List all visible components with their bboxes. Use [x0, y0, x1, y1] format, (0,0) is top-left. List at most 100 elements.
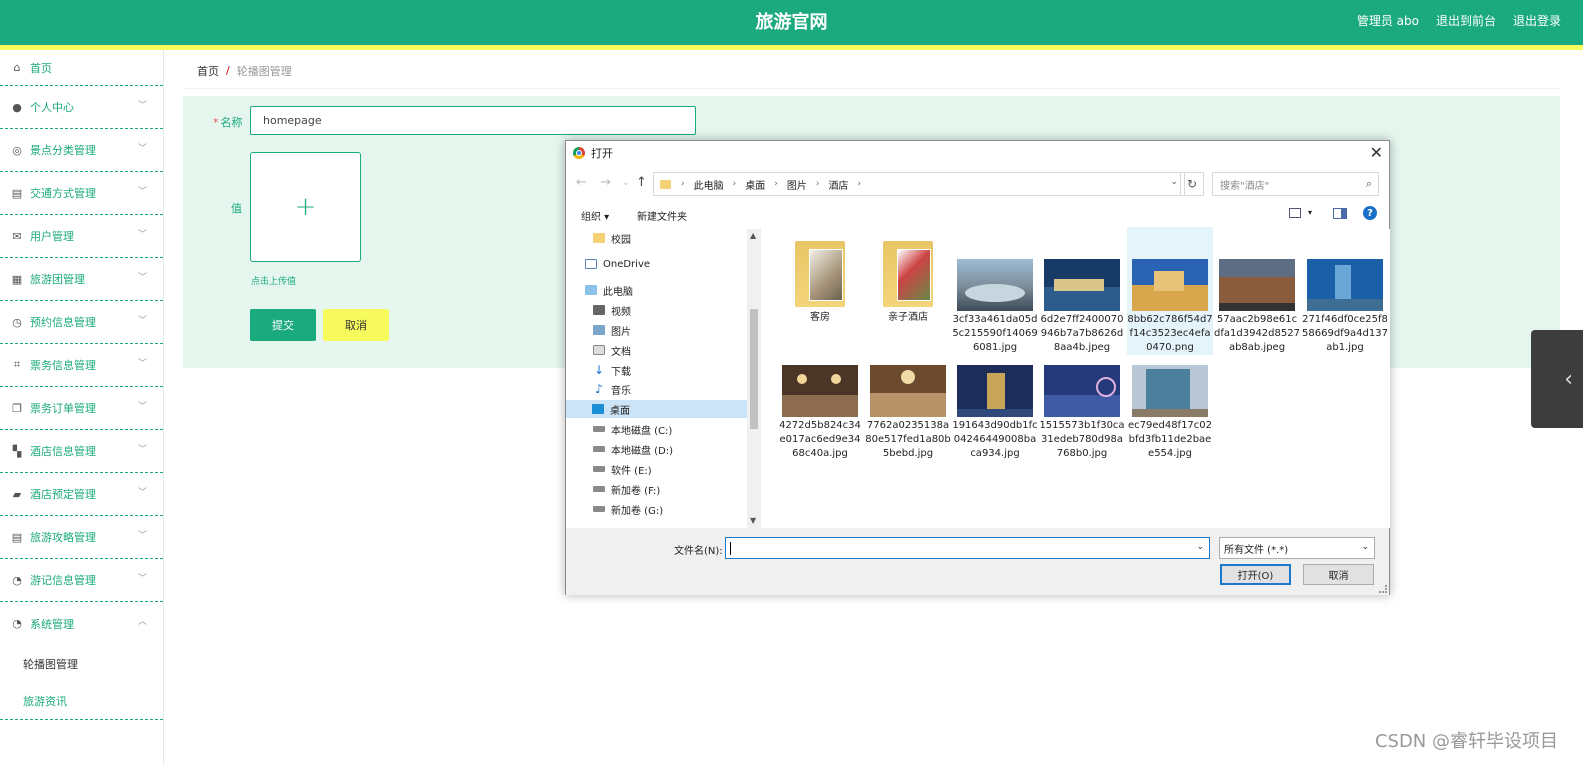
sidebar-item-scenic-category[interactable]: ◎ 景点分类管理 ﹀: [0, 129, 163, 172]
file-item[interactable]: 191643d90db1fc04246449008baca934.jpg: [952, 365, 1038, 461]
upload-hint: 点击上传值: [251, 277, 297, 287]
path-segment[interactable]: 图片: [787, 177, 807, 192]
sidebar-item-ticket-order[interactable]: ❐ 票务订单管理 ﹀: [0, 387, 163, 430]
name-input[interactable]: [250, 106, 696, 135]
computer-icon: [585, 285, 597, 295]
sidebar-item-travel-news[interactable]: 旅游资讯: [0, 682, 163, 719]
chrome-icon: [573, 147, 585, 159]
tree-item-documents[interactable]: 文档: [593, 341, 631, 359]
tree-item-this-pc[interactable]: 此电脑: [585, 281, 633, 299]
tree-item-music[interactable]: ♪ 音乐: [593, 380, 631, 398]
image-uploader[interactable]: +: [250, 152, 361, 262]
folder-icon: [593, 233, 605, 243]
file-item[interactable]: 271f46df0ce25f858669df9a4d137ab1.jpg: [1302, 259, 1388, 355]
tree-item-onedrive[interactable]: OneDrive: [585, 255, 650, 273]
chevron-down-icon[interactable]: ▼: [750, 516, 756, 525]
exit-front-link[interactable]: 退出到前台: [1436, 12, 1496, 29]
chevron-down-icon[interactable]: ⌄: [1170, 177, 1178, 187]
sidebar-item-profile[interactable]: ● 个人中心 ﹀: [0, 86, 163, 129]
tree-item-drive-d[interactable]: 本地磁盘 (D:): [593, 440, 673, 458]
side-collapse-tab[interactable]: ‹: [1531, 330, 1583, 428]
close-icon[interactable]: ✕: [1370, 143, 1383, 162]
search-input[interactable]: 搜索"酒店" ⌕: [1212, 172, 1379, 196]
forward-arrow-icon[interactable]: →: [600, 175, 611, 190]
chevron-down-icon: ﹀: [137, 230, 147, 240]
sidebar-item-travel-guide[interactable]: ▤ 旅游攻略管理 ﹀: [0, 516, 163, 559]
music-icon: ♪: [595, 382, 603, 396]
tree-item-downloads[interactable]: ↓ 下载: [593, 361, 631, 379]
logout-link[interactable]: 退出登录: [1513, 12, 1561, 29]
filetype-select[interactable]: 所有文件 (*.*) ⌄: [1219, 537, 1375, 559]
resize-grip[interactable]: [1379, 585, 1387, 593]
file-item[interactable]: 亲子酒店: [865, 241, 951, 325]
drive-icon: [593, 466, 605, 472]
sidebar-item-tour-group[interactable]: ▦ 旅游团管理 ﹀: [0, 258, 163, 301]
home-icon: ⌂: [13, 61, 21, 74]
breadcrumb-home[interactable]: 首页: [197, 63, 219, 79]
nav-scrollbar[interactable]: ▲ ▼: [747, 229, 760, 528]
path-segment[interactable]: 桌面: [745, 177, 765, 192]
grid-icon: ▦: [11, 272, 23, 286]
file-item[interactable]: 8bb62c786f54d7f14c3523ec4efa0470.png: [1127, 227, 1213, 355]
dialog-titlebar: 打开 ✕: [566, 141, 1389, 165]
dialog-cancel-button[interactable]: 取消: [1303, 564, 1374, 585]
view-mode-icon[interactable]: [1289, 208, 1301, 218]
image-thumbnail: [870, 365, 946, 417]
sidebar-item-hotel-booking[interactable]: ▰ 酒店预定管理 ﹀: [0, 473, 163, 516]
tree-item-drive-f[interactable]: 新加卷 (F:): [593, 480, 660, 498]
back-arrow-icon[interactable]: ←: [576, 175, 587, 190]
image-thumbnail: [957, 365, 1033, 417]
tree-item-desktop[interactable]: 桌面: [566, 400, 747, 418]
refresh-button[interactable]: ↻: [1180, 172, 1204, 196]
chevron-up-icon[interactable]: ▲: [750, 231, 756, 240]
refresh-icon: ↻: [1186, 177, 1198, 191]
sidebar-item-home[interactable]: ⌂ 首页: [0, 50, 163, 86]
tree-item-campus[interactable]: 校园: [593, 229, 631, 247]
image-thumbnail: [1132, 259, 1208, 311]
preview-pane-icon[interactable]: [1333, 208, 1347, 219]
tree-item-drive-g[interactable]: 新加卷 (G:): [593, 500, 663, 518]
folder-icon: [883, 241, 933, 307]
file-item[interactable]: 3cf33a461da05d5c215590f140696081.jpg: [952, 259, 1038, 355]
recent-dropdown-icon[interactable]: ⌄: [622, 178, 630, 188]
path-segment[interactable]: 酒店: [828, 177, 848, 192]
file-item[interactable]: 4272d5b824c34e017ac6ed9e3468c40a.jpg: [777, 365, 863, 461]
help-icon[interactable]: ?: [1363, 206, 1377, 220]
sidebar-item-travel-notes[interactable]: ◔ 游记信息管理 ﹀: [0, 559, 163, 602]
up-arrow-icon[interactable]: ↑: [636, 175, 647, 190]
new-folder-button[interactable]: 新建文件夹: [637, 208, 687, 223]
sidebar-item-hotel-info[interactable]: ▚ 酒店信息管理 ﹀: [0, 430, 163, 473]
sidebar-item-carousel[interactable]: 轮播图管理: [0, 645, 163, 682]
chevron-down-icon: ﹀: [137, 101, 147, 111]
address-bar[interactable]: › 此电脑 › 桌面 › 图片 › 酒店 › ⌄: [653, 172, 1185, 196]
chevron-down-icon[interactable]: ⌄: [1196, 542, 1204, 552]
file-item[interactable]: 6d2e7ff2400070946b7a7b8626d8aa4b.jpeg: [1039, 259, 1125, 355]
sidebar-item-transport[interactable]: ▤ 交通方式管理 ﹀: [0, 172, 163, 215]
sidebar-item-users[interactable]: ✉ 用户管理 ﹀: [0, 215, 163, 258]
open-button[interactable]: 打开(O): [1220, 564, 1291, 585]
tree-item-drive-c[interactable]: 本地磁盘 (C:): [593, 420, 672, 438]
path-segment[interactable]: 此电脑: [694, 177, 724, 192]
filename-input[interactable]: ⌄: [725, 537, 1210, 559]
sidebar: ⌂ 首页 ● 个人中心 ﹀ ◎ 景点分类管理 ﹀ ▤ 交通方式管理 ﹀ ✉ 用户管理 ﹀ ▦ 旅游团…: [0, 50, 164, 765]
scroll-thumb[interactable]: [750, 309, 758, 429]
sidebar-item-reservation[interactable]: ◷ 预约信息管理 ﹀: [0, 301, 163, 344]
sidebar-item-system[interactable]: ◔ 系统管理 ︿: [0, 602, 163, 645]
breadcrumb-current: 轮播图管理: [236, 64, 292, 78]
apps-icon: ▚: [12, 444, 22, 458]
tree-item-drive-e[interactable]: 软件 (E:): [593, 460, 652, 478]
file-item[interactable]: 57aac2b98e61cdfa1d3942d8527ab8ab.jpeg: [1214, 259, 1300, 355]
organize-button[interactable]: 组织 ▾: [581, 208, 609, 223]
tree-item-pictures[interactable]: 图片: [593, 321, 631, 339]
tree-item-videos[interactable]: 视频: [593, 301, 631, 319]
file-item[interactable]: 客房: [777, 241, 863, 325]
file-item[interactable]: ec79ed48f17c02bfd3fb11de2baee554.jpg: [1127, 365, 1213, 461]
submit-button[interactable]: 提交: [250, 309, 316, 341]
chevron-down-icon[interactable]: ▾: [1308, 208, 1312, 217]
file-item[interactable]: 7762a0235138a80e517fed1a80b5bebd.jpg: [865, 365, 951, 461]
cancel-button[interactable]: 取消: [323, 309, 389, 341]
file-item[interactable]: 1515573b1f30ca31edeb780d98a768b0.jpg: [1039, 365, 1125, 461]
image-thumbnail: [1044, 365, 1120, 417]
sidebar-item-ticket-info[interactable]: ⌗ 票务信息管理 ﹀: [0, 344, 163, 387]
copy-icon: ❐: [12, 401, 22, 415]
